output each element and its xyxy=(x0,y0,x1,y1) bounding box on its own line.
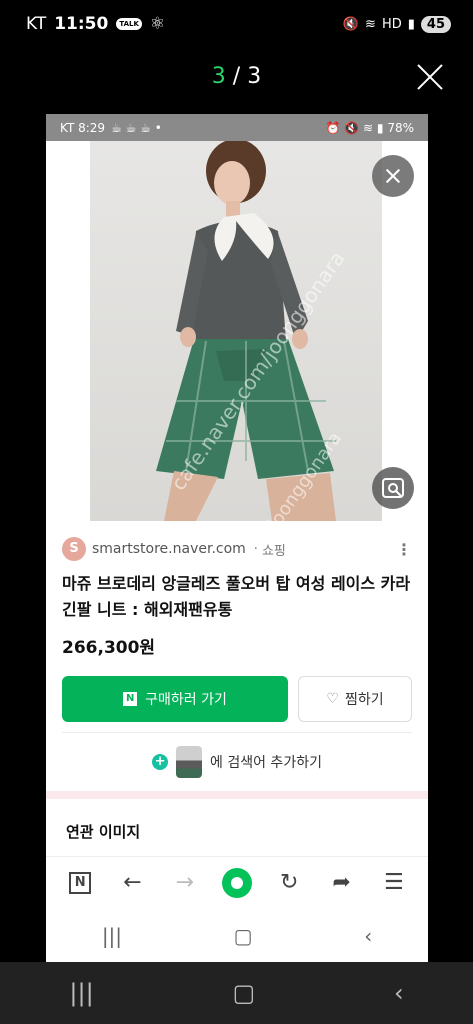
more-options-icon[interactable]: ⋮ xyxy=(396,540,412,559)
battery-badge: 45 xyxy=(420,15,451,33)
heart-icon: ♡ xyxy=(326,691,339,707)
carrier: KT xyxy=(26,14,47,34)
result-source[interactable]: S smartstore.naver.com · 쇼핑 ⋮ xyxy=(46,521,428,561)
plus-icon: + xyxy=(152,754,169,770)
source-domain: smartstore.naver.com xyxy=(92,541,246,557)
buy-button[interactable]: N 구매하러 가기 xyxy=(62,676,288,722)
back-arrow-icon[interactable]: ← xyxy=(117,868,147,898)
browser-toolbar: N ← → ↻ ➦ ☰ xyxy=(46,856,428,908)
screenshot-image: KT 8:29 ☕ ☕ ☕ • ⏰ 🔇 ≋ ▮ 78% cafe.naver.c… xyxy=(46,114,428,962)
inner-clock: 8:29 xyxy=(78,120,106,135)
notification-icon: ⚛ xyxy=(149,14,166,34)
green-dot-button[interactable] xyxy=(221,867,252,898)
separator-dot: · xyxy=(253,541,258,557)
image-viewer-header: 3 / 3 xyxy=(0,58,473,98)
lens-search-icon[interactable] xyxy=(372,467,414,509)
inner-recents-icon: ||| xyxy=(101,924,123,948)
menu-icon[interactable]: ☰ xyxy=(379,868,409,898)
product-title[interactable]: 마쥬 브로데리 앙글레즈 풀오버 탑 여성 레이스 카라 긴팔 니트 : 해외재… xyxy=(46,561,428,623)
wishlist-button[interactable]: ♡ 찜하기 xyxy=(298,676,412,722)
inner-back-icon: ‹ xyxy=(364,924,373,948)
home-button[interactable]: ▢ xyxy=(232,979,255,1007)
site-favicon: S xyxy=(62,537,86,561)
thumbnail xyxy=(176,746,203,778)
image-counter: 3 / 3 xyxy=(0,64,473,89)
status-bar: KT 11:50 TALK ⚛ 🔇 ≋ HD ▮ 45 xyxy=(0,0,473,48)
signal-icon: ▮ xyxy=(407,16,415,32)
section-divider xyxy=(46,791,428,799)
mute-icon: 🔇 xyxy=(342,16,360,32)
total-count: 3 xyxy=(247,64,262,89)
source-category: 쇼핑 xyxy=(261,543,286,559)
counter-separator: / xyxy=(225,64,248,89)
refresh-icon[interactable]: ↻ xyxy=(274,868,304,898)
close-viewer-button[interactable] xyxy=(415,62,445,92)
add-search-label: 에 검색어 추가하기 xyxy=(210,755,322,771)
close-icon[interactable] xyxy=(372,155,414,197)
forward-arrow-icon[interactable]: → xyxy=(170,868,200,898)
share-icon[interactable]: ➦ xyxy=(327,868,357,898)
back-button[interactable]: ‹ xyxy=(394,979,404,1007)
kakaotalk-icon: TALK xyxy=(116,18,142,30)
clock: 11:50 xyxy=(54,14,109,34)
naver-n-icon: N xyxy=(69,871,92,894)
hd-icon: HD xyxy=(381,16,402,32)
naver-home-button[interactable]: N xyxy=(65,868,95,898)
wifi-icon: ≋ xyxy=(365,16,376,32)
wishlist-label: 찜하기 xyxy=(344,692,384,708)
inner-notification-icons: ☕ ☕ ☕ • xyxy=(111,120,162,135)
buy-button-label: 구매하러 가기 xyxy=(145,692,227,708)
inner-status-icons: ⏰ 🔇 ≋ ▮ xyxy=(325,120,384,135)
model-figure xyxy=(156,141,336,521)
product-photo[interactable]: cafe.naver.com/joonggonara joonggonara xyxy=(46,141,428,533)
inner-navigation-bar: ||| ▢ ‹ xyxy=(46,910,428,962)
inner-battery: 78% xyxy=(387,120,414,135)
inner-carrier: KT xyxy=(60,120,75,135)
system-navigation-bar: ||| ▢ ‹ xyxy=(0,962,473,1024)
recents-button[interactable]: ||| xyxy=(69,979,93,1007)
inner-home-icon: ▢ xyxy=(233,924,253,948)
add-search-term-button[interactable]: + 에 검색어 추가하기 xyxy=(46,733,428,791)
related-images-heading: 연관 이미지 xyxy=(66,823,141,841)
naver-n-icon: N xyxy=(123,692,138,706)
current-index: 3 xyxy=(211,64,226,89)
inner-status-bar: KT 8:29 ☕ ☕ ☕ • ⏰ 🔇 ≋ ▮ 78% xyxy=(46,114,428,141)
product-price: 266,300원 xyxy=(62,638,156,658)
green-dot-icon xyxy=(221,867,252,898)
